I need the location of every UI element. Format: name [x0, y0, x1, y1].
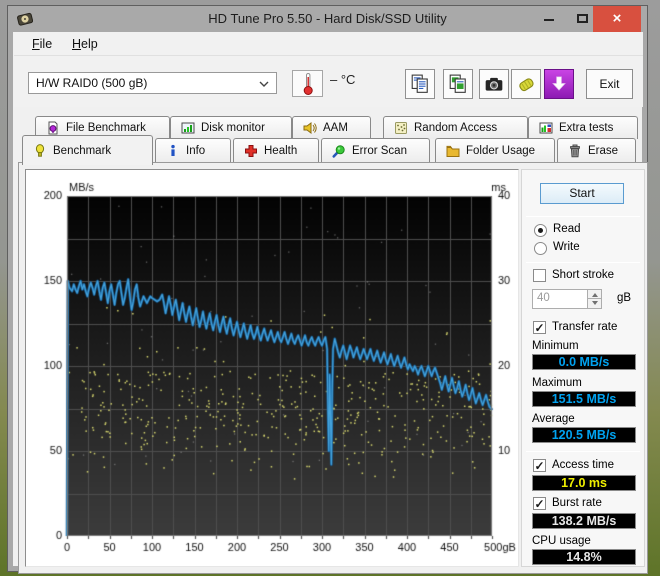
- tab-label: AAM: [323, 122, 348, 134]
- benchmark-icon: [33, 143, 47, 158]
- copy-text-button[interactable]: [405, 69, 435, 99]
- tab-aam[interactable]: AAM: [292, 116, 371, 139]
- tab-label: Extra tests: [559, 122, 614, 134]
- short-stroke-checkbox[interactable]: [533, 269, 546, 282]
- file-benchmark-icon: [46, 121, 60, 135]
- tab-label: Benchmark: [53, 144, 112, 157]
- save-icon: [519, 78, 534, 92]
- app-window: HD Tune Pro 5.50 - Hard Disk/SSD Utility…: [7, 5, 648, 574]
- read-radio[interactable]: [534, 224, 547, 237]
- disk-monitor-icon: [181, 121, 195, 135]
- tab-folder-usage[interactable]: Folder Usage: [435, 138, 555, 163]
- exit-button[interactable]: Exit: [586, 69, 633, 99]
- stepper-arrows[interactable]: [587, 290, 601, 308]
- tab-label: Error Scan: [352, 145, 407, 157]
- folder-usage-icon: [446, 144, 460, 158]
- tab-disk-monitor[interactable]: Disk monitor: [170, 116, 292, 139]
- temperature-button[interactable]: [292, 70, 323, 97]
- copy-image-button[interactable]: [443, 69, 473, 99]
- copy-text-icon: [411, 74, 428, 93]
- cpu-usage-value: 14.8%: [532, 549, 636, 565]
- burst-rate-label: Burst rate: [552, 497, 602, 509]
- stepper-down-icon[interactable]: [588, 299, 601, 308]
- random-access-icon: [394, 121, 408, 135]
- tab-label: Disk monitor: [201, 122, 265, 134]
- stepper-up-icon[interactable]: [588, 290, 601, 299]
- tab-label: Erase: [588, 145, 619, 157]
- drive-selector-value: H/W RAID0 (500 gB): [36, 76, 148, 90]
- tab-label: Random Access: [414, 122, 498, 134]
- tab-label: Folder Usage: [466, 145, 536, 157]
- tab-error-scan[interactable]: Error Scan: [321, 138, 430, 163]
- read-radio-label: Read: [553, 223, 581, 235]
- tab-info[interactable]: Info: [155, 138, 231, 163]
- screenshot-button[interactable]: [479, 69, 509, 99]
- chevron-down-icon: [259, 81, 269, 87]
- drive-selector[interactable]: H/W RAID0 (500 gB): [28, 72, 277, 94]
- short-stroke-size-value: 40: [537, 292, 550, 304]
- write-radio-label: Write: [553, 241, 580, 253]
- minimum-label: Minimum: [532, 340, 579, 352]
- burst-rate-value: 138.2 MB/s: [532, 513, 636, 529]
- aam-icon: [303, 121, 317, 135]
- transfer-rate-chart-canvas: [26, 170, 518, 566]
- copy-image-icon: [449, 74, 466, 93]
- tab-health[interactable]: Health: [233, 138, 319, 163]
- thermometer-icon: [303, 72, 313, 95]
- start-button[interactable]: Start: [540, 183, 624, 204]
- benchmark-controls-panel: Start Read Write Short stroke 40 gB ✓ Tr…: [521, 169, 645, 567]
- menu-item-file[interactable]: File: [26, 32, 58, 56]
- access-time-checkbox[interactable]: ✓: [533, 459, 546, 472]
- separator: [526, 451, 640, 452]
- maximum-value: 151.5 MB/s: [532, 391, 636, 407]
- minimum-value: 0.0 MB/s: [532, 354, 636, 370]
- tab-extra-tests[interactable]: Extra tests: [528, 116, 638, 139]
- download-arrow-icon: [552, 76, 566, 91]
- access-time-label: Access time: [552, 459, 614, 471]
- toolbar: H/W RAID0 (500 gB) – °C Exit: [14, 56, 643, 107]
- minimize-button[interactable]: [536, 6, 562, 32]
- cpu-usage-label: CPU usage: [532, 535, 591, 547]
- benchmark-chart: [25, 169, 519, 567]
- desktop: HD Tune Pro 5.50 - Hard Disk/SSD Utility…: [0, 0, 660, 576]
- average-label: Average: [532, 413, 575, 425]
- maximum-label: Maximum: [532, 377, 582, 389]
- benchmark-page: Start Read Write Short stroke 40 gB ✓ Tr…: [18, 162, 648, 574]
- title-bar[interactable]: HD Tune Pro 5.50 - Hard Disk/SSD Utility…: [8, 6, 647, 32]
- menu-item-help[interactable]: Help: [66, 32, 104, 56]
- write-radio[interactable]: [534, 242, 547, 255]
- error-scan-icon: [332, 144, 346, 158]
- tab-label: Health: [264, 145, 298, 157]
- tab-random-access[interactable]: Random Access: [383, 116, 528, 139]
- tab-label: Info: [186, 145, 206, 157]
- extra-tests-icon: [539, 121, 553, 135]
- access-time-value: 17.0 ms: [532, 475, 636, 491]
- tab-erase[interactable]: Erase: [557, 138, 636, 163]
- short-stroke-size-stepper[interactable]: 40: [532, 289, 602, 309]
- camera-icon: [485, 77, 503, 91]
- separator: [526, 216, 640, 217]
- average-value: 120.5 MB/s: [532, 427, 636, 443]
- tab-label: File Benchmark: [66, 122, 146, 134]
- menu-bar: File Help: [14, 32, 643, 56]
- short-stroke-label: Short stroke: [552, 269, 614, 281]
- burst-rate-checkbox[interactable]: ✓: [533, 497, 546, 510]
- transfer-rate-checkbox[interactable]: ✓: [533, 321, 546, 334]
- transfer-rate-label: Transfer rate: [552, 321, 618, 333]
- download-button[interactable]: [544, 69, 574, 99]
- tab-benchmark[interactable]: Benchmark: [22, 135, 153, 165]
- separator: [526, 262, 640, 263]
- temperature-readout: – °C: [330, 72, 356, 87]
- short-stroke-unit: gB: [617, 292, 632, 304]
- close-button[interactable]: ×: [593, 6, 641, 32]
- health-icon: [244, 144, 258, 158]
- erase-icon: [568, 144, 582, 158]
- info-icon: [166, 144, 180, 158]
- save-button[interactable]: [511, 69, 541, 99]
